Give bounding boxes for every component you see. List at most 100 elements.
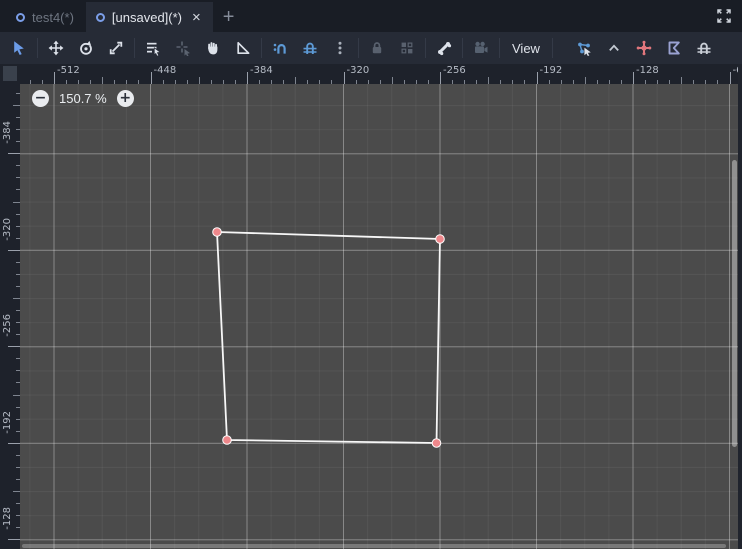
grid-settings-button[interactable] xyxy=(689,33,719,63)
group-object-button[interactable] xyxy=(392,33,422,63)
ruler-corner xyxy=(0,64,20,84)
ruler-label: -320 xyxy=(346,65,370,76)
toolbar-separator xyxy=(551,38,553,58)
toolbar-separator xyxy=(425,38,426,58)
scene-circle-icon xyxy=(16,12,25,22)
ruler-label: -128 xyxy=(2,507,13,530)
pan-tool-button[interactable] xyxy=(198,33,228,63)
godot-2d-editor: test4(*) [unsaved](*) × + View -512 -448… xyxy=(0,0,742,549)
list-select-tool-button[interactable] xyxy=(138,33,168,63)
camera-icon xyxy=(475,41,488,53)
expand-viewport-button[interactable] xyxy=(716,0,742,32)
grid-snap-icon xyxy=(303,42,317,54)
ruler-label: -384 xyxy=(250,65,273,76)
ruler-corner-box xyxy=(3,66,17,81)
anchor-point-button[interactable] xyxy=(629,33,659,63)
ruler-tick xyxy=(8,346,20,348)
zoom-controls: − 150.7 % + xyxy=(32,90,134,107)
view-menu-label: View xyxy=(512,40,540,56)
horizontal-scrollbar-thumb[interactable] xyxy=(22,544,726,548)
ruler-tick xyxy=(729,72,731,84)
ruler-label: -320 xyxy=(2,217,13,241)
grid-snap-toggle[interactable] xyxy=(295,33,325,63)
ruler-label: -384 xyxy=(2,121,13,144)
smart-snap-toggle[interactable] xyxy=(265,33,295,63)
scale-icon xyxy=(109,41,123,55)
smart-snap-icon xyxy=(273,43,286,54)
move-icon xyxy=(48,40,64,56)
ruler-tool-button[interactable] xyxy=(228,33,258,63)
ruler-tick xyxy=(13,298,20,300)
canvas-viewport[interactable]: − 150.7 % + xyxy=(20,84,738,549)
ruler-left: -384 -320 -256 -192 -128 xyxy=(0,84,20,549)
three-dots-icon xyxy=(338,41,342,55)
polygon-icon xyxy=(668,41,680,55)
close-tab-icon[interactable]: × xyxy=(192,10,201,25)
position-select-tool-button[interactable] xyxy=(168,33,198,63)
ruler-tick xyxy=(247,72,248,84)
polygon-layer[interactable] xyxy=(20,84,738,549)
zoom-level-label[interactable]: 150.7 % xyxy=(59,91,107,106)
select-tool-button[interactable] xyxy=(4,33,34,63)
ruler-label: -256 xyxy=(443,65,466,76)
ruler-tick xyxy=(13,105,20,107)
tab-unsaved[interactable]: [unsaved](*) × xyxy=(85,2,213,32)
ruler-tick xyxy=(488,77,490,84)
canvas-toolbar: View xyxy=(0,32,742,64)
ruler-tick xyxy=(13,491,20,493)
rotate-tool-button[interactable] xyxy=(71,33,101,63)
chevron-up-icon xyxy=(609,44,619,52)
lock-object-button[interactable] xyxy=(362,33,392,63)
polygon-vertex-handle[interactable] xyxy=(212,227,222,237)
panel-right-edge xyxy=(738,64,742,549)
tab-test4[interactable]: test4(*) xyxy=(6,2,86,32)
polygon-vertex-handle[interactable] xyxy=(222,435,232,445)
toolbar-separator xyxy=(261,38,262,58)
ruler-tick xyxy=(102,77,104,84)
polygon-vertex-handle[interactable] xyxy=(435,234,445,244)
ruler-tick xyxy=(150,72,152,84)
scene-tab-bar: test4(*) [unsaved](*) × + xyxy=(0,0,742,32)
view-menu-button[interactable]: View xyxy=(503,33,549,63)
ruler-tick xyxy=(8,442,20,444)
edit-points-tool-button[interactable] xyxy=(569,33,599,63)
ruler-tick xyxy=(198,77,200,84)
ruler-tick xyxy=(681,77,683,84)
new-scene-tab-button[interactable]: + xyxy=(213,2,245,32)
anchor-cross-icon xyxy=(636,40,652,56)
zoom-out-button[interactable]: − xyxy=(32,90,49,107)
toolbar-separator xyxy=(462,38,463,58)
scene-circle-icon xyxy=(95,12,105,22)
collapse-toolbar-button[interactable] xyxy=(599,33,629,63)
ruler-tick xyxy=(584,77,586,84)
snap-options-menu-button[interactable] xyxy=(325,33,355,63)
polygon-vertex-handle[interactable] xyxy=(431,438,442,448)
ruler-tick xyxy=(295,77,297,84)
zoom-in-button[interactable]: + xyxy=(116,90,134,107)
scale-tool-button[interactable] xyxy=(101,33,131,63)
ruler-label: -512 xyxy=(57,65,80,76)
ruler-tick xyxy=(633,72,634,84)
vertical-scrollbar-thumb[interactable] xyxy=(732,160,737,447)
viewport-workspace: -512-448-384-320-256-192-128-64 -384-320… xyxy=(0,64,742,549)
expand-icon xyxy=(717,9,731,23)
tab-label: [unsaved](*) xyxy=(111,9,182,25)
ruler-tick xyxy=(13,394,20,396)
camera-override-button[interactable] xyxy=(466,33,496,63)
group-icon xyxy=(401,42,413,54)
edit-points-icon xyxy=(578,42,591,56)
ruler-label: -192 xyxy=(2,410,13,434)
ruler-tick xyxy=(8,153,20,155)
list-select-icon xyxy=(147,42,161,56)
ruler-tick xyxy=(440,72,441,84)
move-tool-button[interactable] xyxy=(41,33,71,63)
bone-tool-button[interactable] xyxy=(429,33,459,63)
edit-polygon-button[interactable] xyxy=(659,33,689,63)
toolbar-separator xyxy=(499,38,500,58)
ruler-top: -512-448-384-320-256-192-128-64 xyxy=(20,64,738,84)
toolbar-separator xyxy=(134,38,135,58)
ruler-label: -448 xyxy=(153,65,177,76)
grid-pin-icon xyxy=(697,42,711,54)
ruler-tick xyxy=(8,539,20,541)
ruler-tick xyxy=(54,72,55,84)
